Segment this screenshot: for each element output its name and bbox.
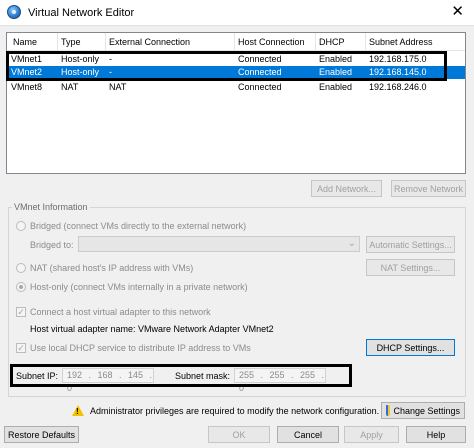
warning-icon: ! <box>72 405 84 416</box>
cell-dhcp: Enabled <box>319 67 353 77</box>
help-button[interactable]: Help <box>406 426 466 443</box>
column-header-dhcp[interactable]: DHCP <box>319 37 345 47</box>
chevron-down-icon: ⌄ <box>347 238 356 249</box>
column-header-name[interactable]: Name <box>13 37 37 47</box>
globe-network-icon <box>7 5 21 19</box>
nat-label: NAT (shared host's IP address with VMs) <box>30 263 194 273</box>
admin-warning-text: Administrator privileges are required to… <box>90 406 380 416</box>
column-header-type[interactable]: Type <box>61 37 81 47</box>
change-settings-label: Change Settings <box>393 405 460 416</box>
cell-host: Connected <box>238 54 282 64</box>
cell-host: Connected <box>238 67 282 77</box>
bridged-radio[interactable] <box>16 221 26 231</box>
automatic-settings-button[interactable]: Automatic Settings... <box>366 236 455 253</box>
subnet-mask-label: Subnet mask: <box>175 371 231 381</box>
cancel-button[interactable]: Cancel <box>277 426 339 443</box>
apply-button[interactable]: Apply <box>344 426 399 443</box>
cell-subnet: 192.168.145.0 <box>369 67 427 77</box>
cell-subnet: 192.168.175.0 <box>369 54 427 64</box>
nat-radio[interactable] <box>16 263 26 273</box>
dhcp-settings-button[interactable]: DHCP Settings... <box>366 339 455 356</box>
subnet-ip-label: Subnet IP: <box>16 371 59 381</box>
subnet-ip-input[interactable]: 192 . 168 . 145 . 0 <box>62 368 154 393</box>
cell-name: VMnet2 <box>11 67 43 77</box>
cell-type: Host-only <box>61 54 100 64</box>
uac-shield-icon <box>386 405 391 416</box>
bridged-label: Bridged (connect VMs directly to the ext… <box>30 221 247 231</box>
cell-dhcp: Enabled <box>319 82 353 92</box>
restore-defaults-button[interactable]: Restore Defaults <box>4 426 79 443</box>
change-settings-button[interactable]: Change Settings <box>381 402 465 419</box>
remove-network-button[interactable]: Remove Network <box>391 180 466 197</box>
connect-adapter-label: Connect a host virtual adapter to this n… <box>30 307 211 317</box>
cell-external: NAT <box>109 82 127 92</box>
cell-name: VMnet8 <box>11 82 43 92</box>
table-header: Name Type External Connection Host Conne… <box>7 33 465 51</box>
cell-external: - <box>109 54 112 64</box>
bridged-to-label: Bridged to: <box>30 240 74 250</box>
table-row[interactable]: VMnet1 Host-only - Connected Enabled 192… <box>7 53 465 66</box>
cell-type: Host-only <box>61 67 100 77</box>
vmnet-information-title: VMnet Information <box>12 202 90 212</box>
cell-name: VMnet1 <box>11 54 43 64</box>
subnet-mask-input[interactable]: 255 . 255 . 255 . 0 <box>234 368 326 393</box>
connect-adapter-checkbox[interactable]: ✓ <box>16 307 26 317</box>
nat-settings-button[interactable]: NAT Settings... <box>366 259 455 276</box>
table-row-selected[interactable]: VMnet2 Host-only - Connected Enabled 192… <box>7 66 465 79</box>
close-icon[interactable]: ✕ <box>451 3 464 21</box>
host-only-label: Host-only (connect VMs internally in a p… <box>30 282 248 292</box>
adapter-name-text: Host virtual adapter name: VMware Networ… <box>30 324 274 334</box>
add-network-button[interactable]: Add Network... <box>311 180 382 197</box>
cell-host: Connected <box>238 82 282 92</box>
cell-type: NAT <box>61 82 79 92</box>
column-header-subnet-address[interactable]: Subnet Address <box>369 37 433 47</box>
cell-external: - <box>109 67 112 77</box>
column-header-host-connection[interactable]: Host Connection <box>238 37 305 47</box>
column-header-external-connection[interactable]: External Connection <box>109 37 190 47</box>
use-dhcp-checkbox[interactable]: ✓ <box>16 343 26 353</box>
bridged-to-select[interactable]: ⌄ <box>78 236 360 252</box>
cell-dhcp: Enabled <box>319 54 353 64</box>
ok-button[interactable]: OK <box>208 426 270 443</box>
window-title: Virtual Network Editor <box>28 7 135 19</box>
host-only-radio[interactable] <box>16 282 26 292</box>
network-table[interactable]: Name Type External Connection Host Conne… <box>6 32 466 174</box>
cell-subnet: 192.168.246.0 <box>369 82 427 92</box>
title-bar: Virtual Network Editor ✕ <box>0 0 474 26</box>
use-dhcp-label: Use local DHCP service to distribute IP … <box>30 343 251 353</box>
table-row[interactable]: VMnet8 NAT NAT Connected Enabled 192.168… <box>7 81 465 94</box>
